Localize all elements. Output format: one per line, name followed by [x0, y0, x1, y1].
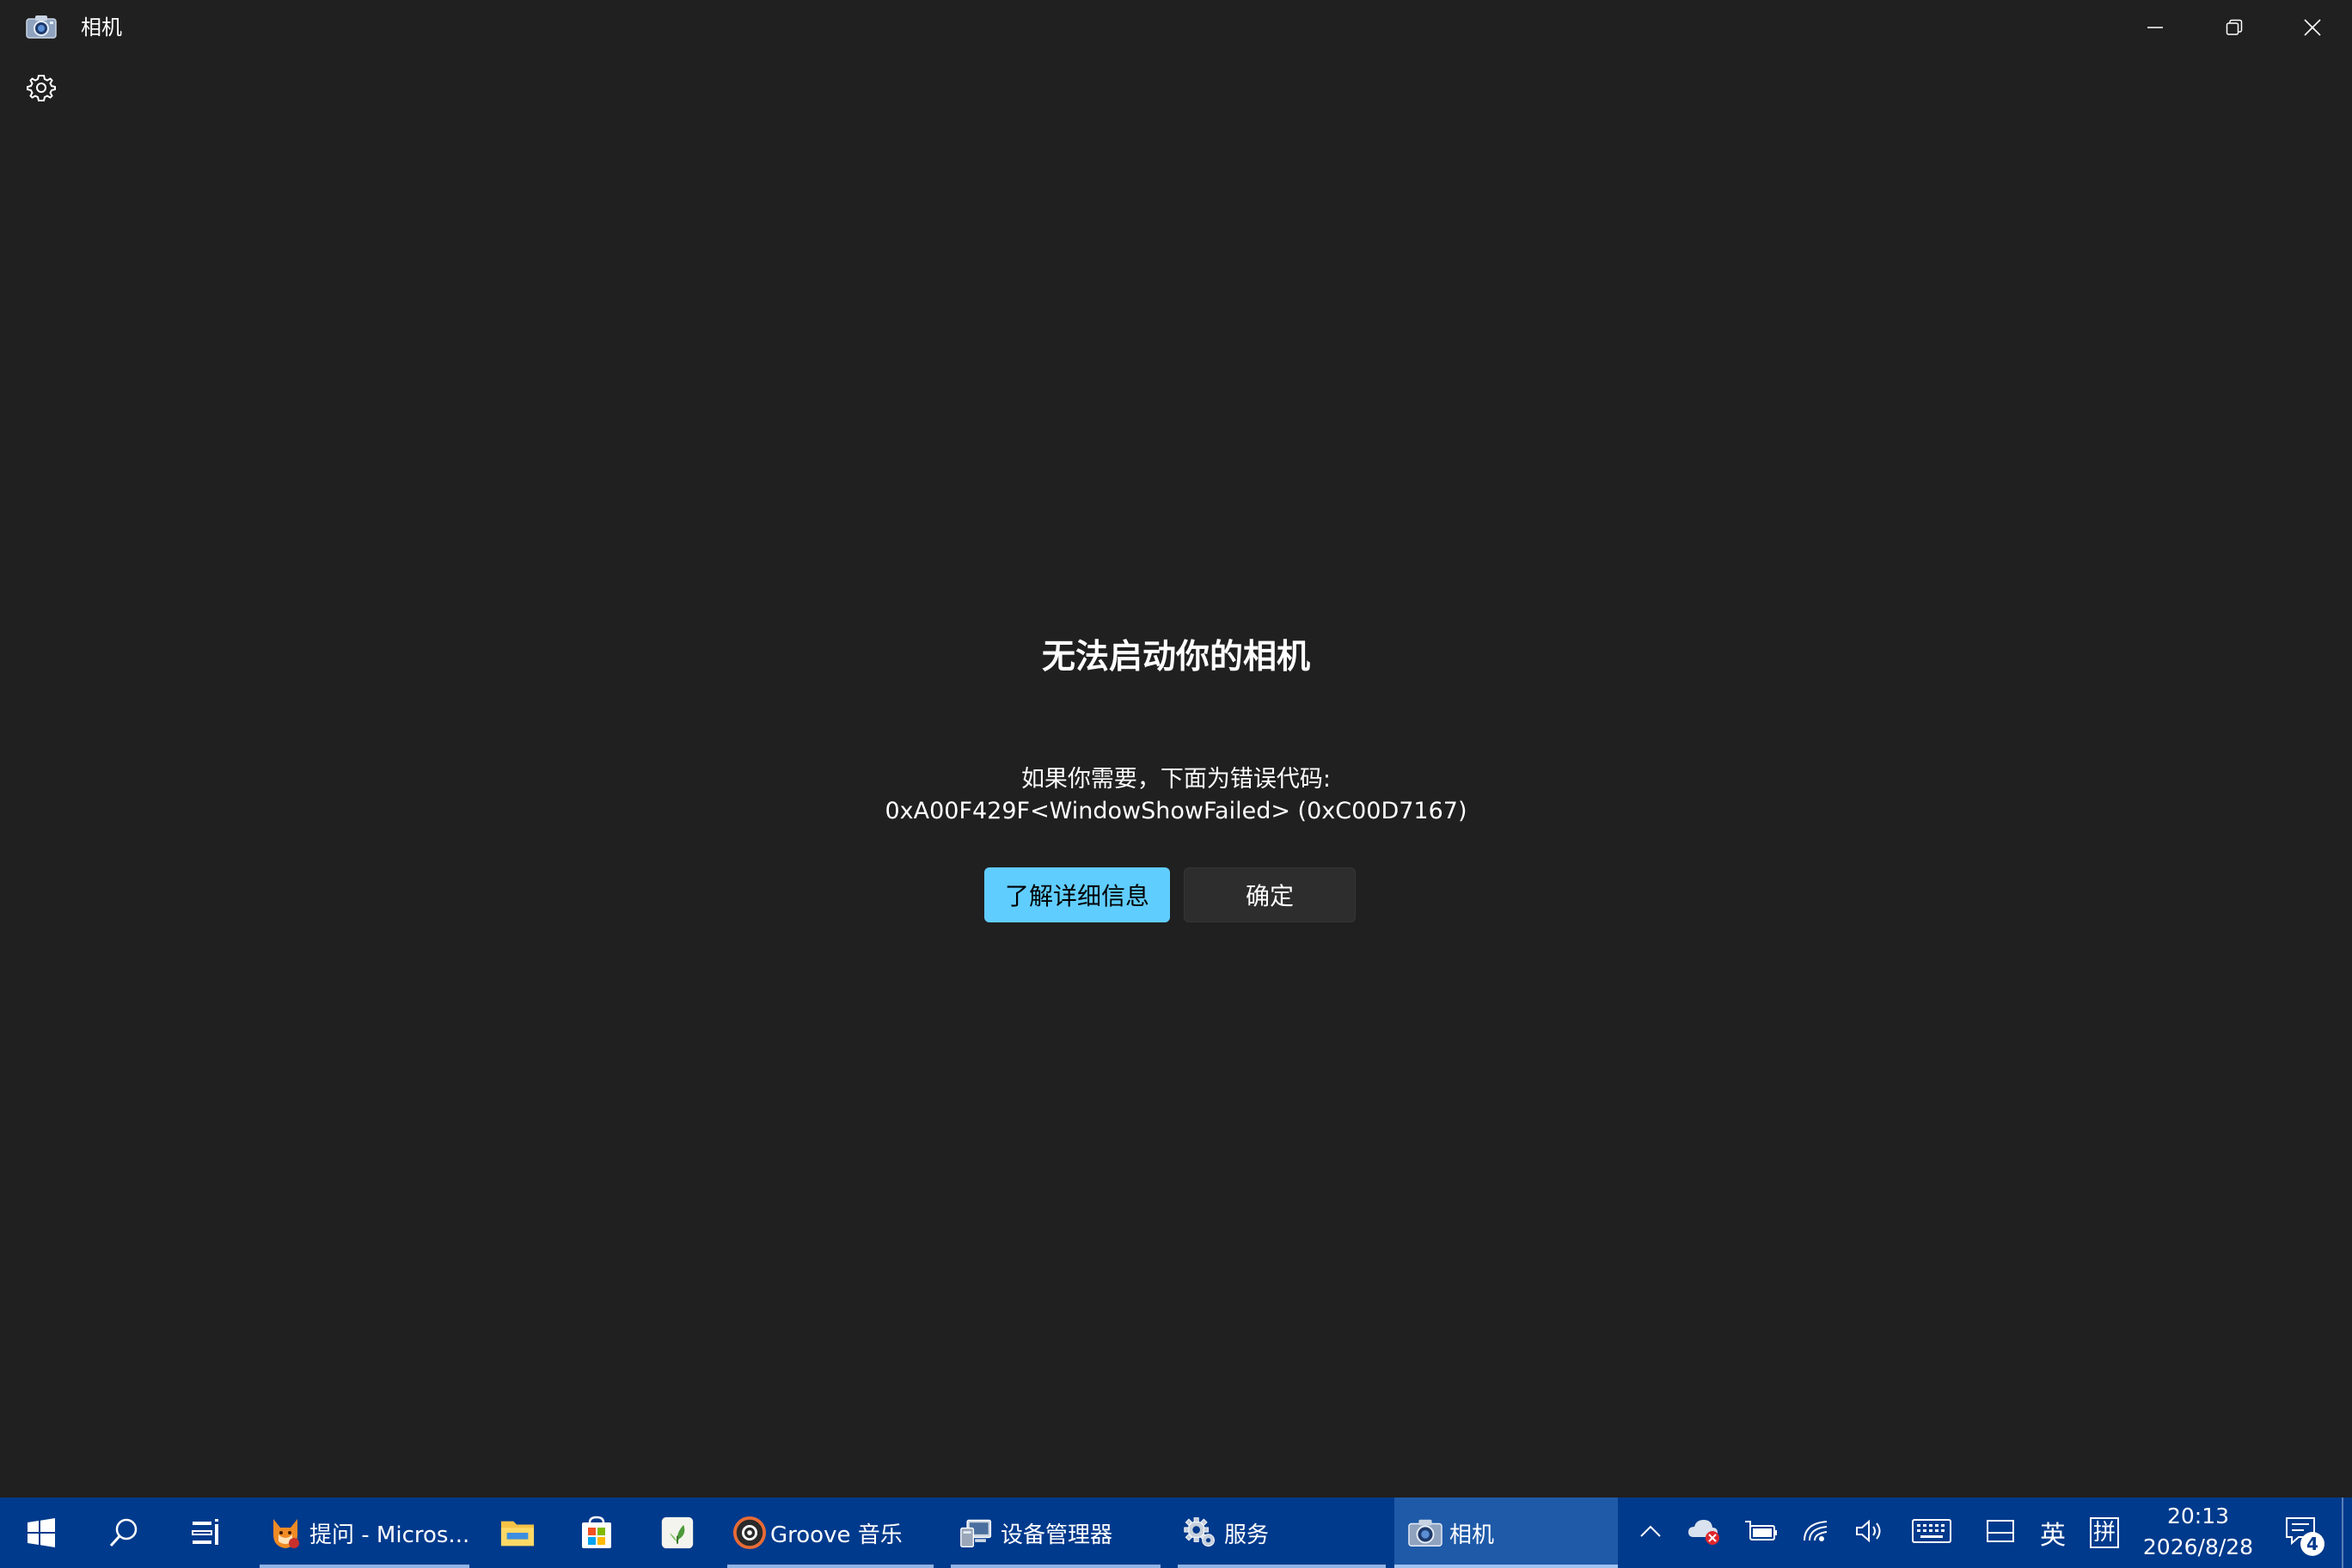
tray-wifi[interactable]: [1797, 1498, 1838, 1568]
camera-icon: [1408, 1516, 1442, 1550]
restore-button[interactable]: [2195, 0, 2274, 55]
taskbar-app-label: 相机: [1449, 1522, 1495, 1548]
onedrive-error-icon: [1687, 1516, 1721, 1549]
ime-layout-icon: [1987, 1519, 2014, 1547]
tray-volume[interactable]: [1848, 1498, 1890, 1568]
speaker-icon: [1854, 1518, 1883, 1547]
notification-count-badge: 4: [2300, 1532, 2324, 1556]
taskbar-app-store[interactable]: [566, 1498, 628, 1568]
error-code: 0xA00F429F<WindowShowFailed> (0xC00D7167…: [885, 798, 1467, 824]
minimize-button[interactable]: [2116, 0, 2195, 55]
task-view-button[interactable]: [175, 1498, 237, 1568]
taskbar-app-label: 提问 - Micros...: [309, 1522, 470, 1548]
tray-battery[interactable]: [1740, 1498, 1781, 1568]
battery-plug-icon: [1743, 1518, 1778, 1547]
close-icon: [2303, 18, 2322, 37]
camera-icon: [26, 14, 57, 40]
gear-icon: [27, 73, 56, 106]
window-title: 相机: [81, 15, 122, 40]
chevron-up-icon: [1639, 1524, 1662, 1541]
groove-music-icon: [732, 1516, 767, 1550]
taskbar-app-camera[interactable]: 相机: [1394, 1498, 1618, 1568]
tray-ime-pinyin[interactable]: 拼: [2084, 1498, 2125, 1568]
clock-date: 2026/8/28: [2142, 1534, 2254, 1559]
taskbar-app-device-manager[interactable]: 设备管理器: [951, 1498, 1161, 1568]
taskbar-app-leaf[interactable]: [646, 1498, 708, 1568]
restore-icon: [2226, 19, 2243, 36]
close-button[interactable]: [2273, 0, 2352, 55]
error-title: 无法启动你的相机: [1041, 638, 1310, 677]
tray-ime-language[interactable]: 英: [2032, 1498, 2073, 1568]
fox-avatar-icon: [268, 1516, 303, 1550]
learn-more-button[interactable]: 了解详细信息: [984, 867, 1170, 922]
ime-language-label: 英: [2040, 1521, 2066, 1551]
folder-icon: [500, 1516, 535, 1550]
leaf-icon: [660, 1516, 695, 1550]
taskbar-app-label: 服务: [1224, 1522, 1270, 1548]
search-icon: [107, 1516, 141, 1550]
minimize-icon: [2147, 19, 2164, 36]
ok-button[interactable]: 确定: [1184, 867, 1356, 922]
show-desktop-button[interactable]: [2342, 1498, 2352, 1568]
gears-icon: [1183, 1516, 1217, 1550]
keyboard-icon: [1912, 1519, 1951, 1547]
store-icon: [579, 1516, 614, 1550]
show-hidden-icons-button[interactable]: [1632, 1498, 1669, 1568]
tray-ime-mode[interactable]: [1981, 1498, 2020, 1568]
taskbar-app-question[interactable]: 提问 - Micros...: [260, 1498, 469, 1568]
title-bar[interactable]: 相机: [0, 0, 2352, 55]
search-button[interactable]: [93, 1498, 155, 1568]
settings-button[interactable]: [22, 70, 60, 108]
taskbar: 提问 - Micros... Groove 音乐 设备管理器 服务 相机 英 拼…: [0, 1498, 2352, 1568]
camera-window: 相机 无法启动你的相机 如果你需要，下面为错误代码: 0xA00F429F<Wi…: [0, 0, 2352, 1498]
start-button[interactable]: [10, 1498, 72, 1568]
clock[interactable]: 20:13 2026/8/28: [2128, 1501, 2268, 1566]
taskbar-app-file-explorer[interactable]: [487, 1498, 548, 1568]
clock-time: 20:13: [2166, 1504, 2230, 1528]
taskbar-app-label: 设备管理器: [1001, 1522, 1113, 1548]
task-view-icon: [189, 1516, 224, 1550]
taskbar-app-label: Groove 音乐: [770, 1522, 903, 1548]
taskbar-app-services[interactable]: 服务: [1178, 1498, 1386, 1568]
taskbar-app-groove[interactable]: Groove 音乐: [727, 1498, 934, 1568]
error-message: 如果你需要，下面为错误代码:: [1020, 766, 1332, 793]
tray-touch-keyboard[interactable]: [1908, 1498, 1955, 1568]
windows-logo-icon: [24, 1516, 58, 1550]
ime-pinyin-label: 拼: [2089, 1517, 2119, 1548]
tray-cloud[interactable]: [1683, 1498, 1724, 1568]
device-manager-icon: [959, 1516, 994, 1550]
wifi-icon: [1803, 1518, 1832, 1547]
